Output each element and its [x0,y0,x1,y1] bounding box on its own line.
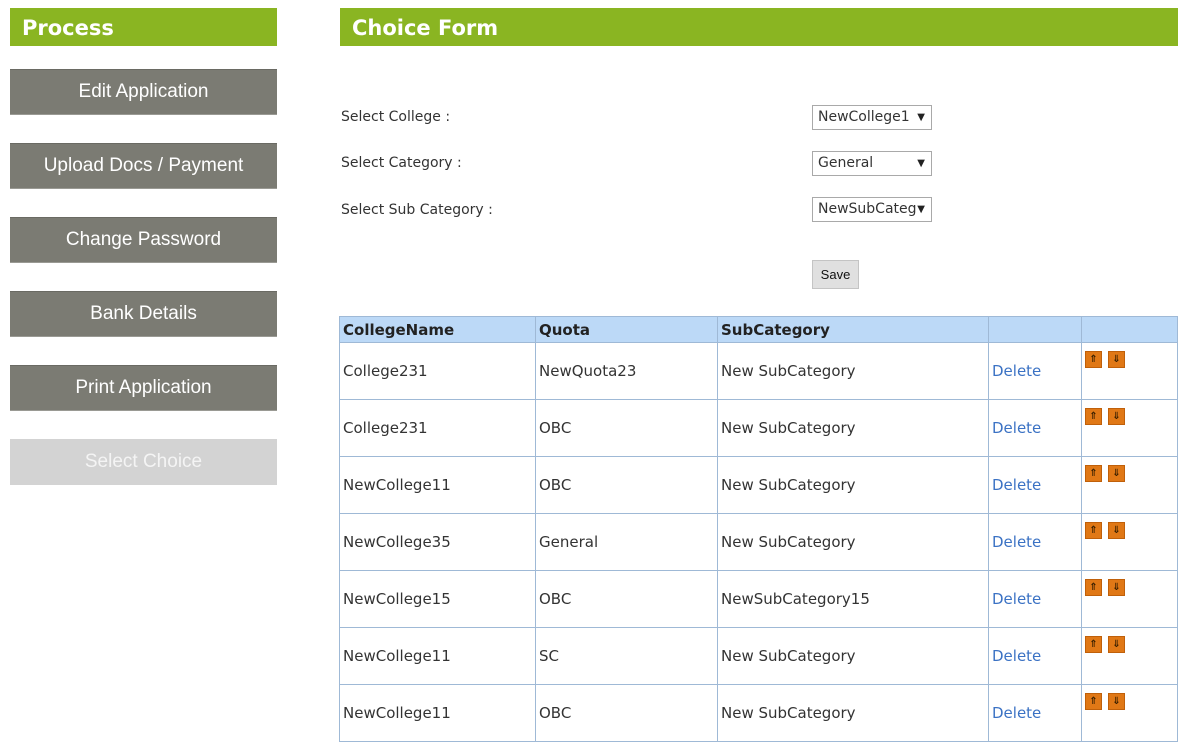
move-down-icon[interactable]: ⇓ [1108,693,1125,710]
delete-link[interactable]: Delete [988,513,1082,571]
table-row: NewCollege35 General New SubCategory Delete… [339,513,1178,571]
column-header-subcategory: SubCategory [717,316,989,343]
save-button[interactable]: Save [812,260,859,289]
upload-docs-payment-button[interactable]: Upload Docs / Payment [10,143,277,189]
delete-link[interactable]: Delete [988,684,1082,742]
move-up-icon[interactable]: ⇑ [1085,522,1102,539]
table-body: College231 NewQuota23 New SubCategory Delet… [339,342,1178,742]
reorder-cell: ⇑ ⇓ [1081,570,1178,628]
table-row: NewCollege15 OBC NewSubCategory15 Delete ⇑ ⇓ [339,570,1178,628]
category-select[interactable]: General ▼ [812,151,932,176]
column-header-college: CollegeName [339,316,536,343]
reorder-cell: ⇑ ⇓ [1081,342,1178,400]
college-name-cell: NewCollege15 [339,570,536,628]
college-name-cell: NewCollege11 [339,456,536,514]
subcategory-cell: NewSubCategory15 [717,570,989,628]
delete-link[interactable]: Delete [988,342,1082,400]
edit-application-button[interactable]: Edit Application [10,69,277,115]
reorder-cell: ⇑ ⇓ [1081,399,1178,457]
select-subcategory-label: Select Sub Category : [341,202,493,218]
column-header-quota: Quota [535,316,718,343]
move-down-icon[interactable]: ⇓ [1108,522,1125,539]
subcategory-cell: New SubCategory [717,513,989,571]
table-row: NewCollege11 OBC New SubCategory Delete ⇑ ⇓ [339,684,1178,742]
quota-cell: OBC [535,684,718,742]
subcategory-select[interactable]: NewSubCategory ▼ [812,197,932,222]
move-up-icon[interactable]: ⇑ [1085,408,1102,425]
chevron-down-icon: ▼ [917,204,925,215]
quota-cell: OBC [535,456,718,514]
college-name-cell: NewCollege11 [339,627,536,685]
subcategory-cell: New SubCategory [717,627,989,685]
bank-details-button[interactable]: Bank Details [10,291,277,337]
move-down-icon[interactable]: ⇓ [1108,579,1125,596]
quota-cell: OBC [535,399,718,457]
quota-cell: SC [535,627,718,685]
choices-table: CollegeName Quota SubCategory College231… [339,316,1178,742]
subcategory-cell: New SubCategory [717,342,989,400]
move-down-icon[interactable]: ⇓ [1108,636,1125,653]
quota-cell: General [535,513,718,571]
college-name-cell: College231 [339,399,536,457]
move-up-icon[interactable]: ⇑ [1085,579,1102,596]
reorder-cell: ⇑ ⇓ [1081,684,1178,742]
move-up-icon[interactable]: ⇑ [1085,693,1102,710]
category-select-value: General [818,155,874,171]
select-category-label: Select Category : [341,155,462,171]
college-select-value: NewCollege1 [818,109,910,125]
delete-link[interactable]: Delete [988,627,1082,685]
form-header: Choice Form [340,8,1178,46]
college-select[interactable]: NewCollege1 ▼ [812,105,932,130]
college-name-cell: NewCollege35 [339,513,536,571]
delete-link[interactable]: Delete [988,456,1082,514]
college-name-cell: College231 [339,342,536,400]
subcategory-cell: New SubCategory [717,456,989,514]
move-down-icon[interactable]: ⇓ [1108,408,1125,425]
print-application-button[interactable]: Print Application [10,365,277,411]
chevron-down-icon: ▼ [917,112,925,123]
change-password-button[interactable]: Change Password [10,217,277,263]
select-college-label: Select College : [341,109,451,125]
delete-link[interactable]: Delete [988,399,1082,457]
reorder-cell: ⇑ ⇓ [1081,456,1178,514]
table-row: College231 OBC New SubCategory Delete ⇑ ⇓ [339,399,1178,457]
quota-cell: NewQuota23 [535,342,718,400]
college-name-cell: NewCollege11 [339,684,536,742]
subcategory-cell: New SubCategory [717,684,989,742]
reorder-cell: ⇑ ⇓ [1081,513,1178,571]
sidebar-header: Process [10,8,277,46]
subcategory-cell: New SubCategory [717,399,989,457]
column-header-action [988,316,1082,343]
move-down-icon[interactable]: ⇓ [1108,465,1125,482]
table-row: NewCollege11 OBC New SubCategory Delete ⇑ ⇓ [339,456,1178,514]
move-up-icon[interactable]: ⇑ [1085,465,1102,482]
delete-link[interactable]: Delete [988,570,1082,628]
select-choice-button: Select Choice [10,439,277,485]
chevron-down-icon: ▼ [917,158,925,169]
quota-cell: OBC [535,570,718,628]
column-header-order [1081,316,1178,343]
reorder-cell: ⇑ ⇓ [1081,627,1178,685]
table-header-row: CollegeName Quota SubCategory [339,316,1178,343]
table-row: NewCollege11 SC New SubCategory Delete ⇑ ⇓ [339,627,1178,685]
table-row: College231 NewQuota23 New SubCategory Delet… [339,342,1178,400]
move-down-icon[interactable]: ⇓ [1108,351,1125,368]
move-up-icon[interactable]: ⇑ [1085,351,1102,368]
move-up-icon[interactable]: ⇑ [1085,636,1102,653]
subcategory-select-value: NewSubCategory [818,201,916,217]
